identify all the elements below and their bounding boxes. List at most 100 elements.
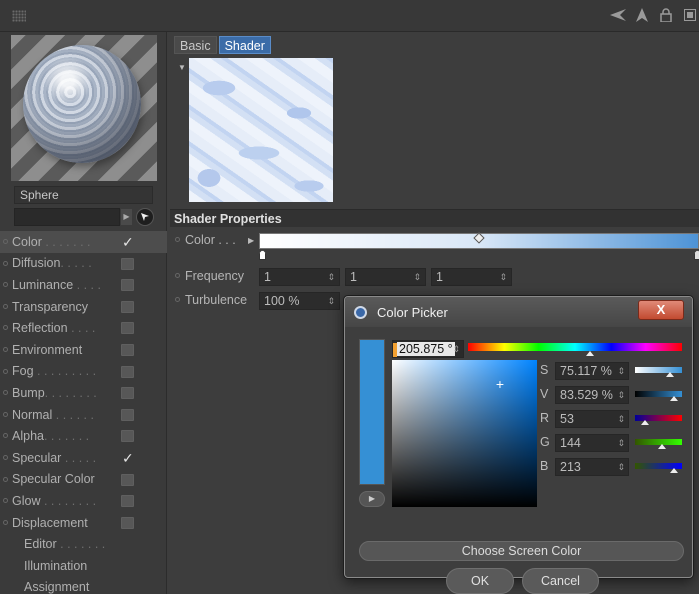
channel-bump[interactable]: Bump. . . . . . . . [0, 382, 167, 404]
slider-value-field[interactable]: 83.529 % ⇕ [555, 386, 629, 404]
collapse-arrow-icon[interactable]: ▼ [178, 63, 186, 72]
choose-screen-color-button[interactable]: Choose Screen Color [359, 541, 684, 561]
hue-slider-thumb[interactable] [586, 351, 595, 356]
slider-thumb[interactable] [666, 372, 675, 377]
saturation-value-area[interactable]: + [392, 360, 537, 507]
spinner-icon[interactable]: ⇕ [499, 269, 507, 285]
turbulence-keyframe-dot[interactable] [175, 297, 180, 302]
spinner-icon[interactable]: ⇕ [617, 363, 625, 379]
channel-checkbox[interactable] [121, 430, 134, 443]
channel-color[interactable]: Color . . . . . . . ✓ [0, 231, 167, 253]
channel-alpha[interactable]: Alpha. . . . . . . [0, 425, 167, 447]
close-button[interactable]: X [638, 300, 684, 320]
slider-value-field[interactable]: 75.117 % ⇕ [555, 362, 629, 380]
slider-value-field[interactable]: 213 ⇕ [555, 458, 629, 476]
channel-checkbox[interactable] [121, 322, 134, 335]
channel-keyframe-dot[interactable] [3, 325, 8, 331]
expand-options-button[interactable]: ▶ [359, 491, 385, 507]
channel-checkbox[interactable] [121, 279, 134, 292]
slider-value-field[interactable]: 53 ⇕ [555, 410, 629, 428]
slider-thumb[interactable] [670, 468, 679, 473]
slider-thumb[interactable] [640, 420, 649, 425]
object-link-field[interactable] [14, 208, 120, 226]
channel-keyframe-dot[interactable] [3, 411, 8, 417]
channel-keyframe-dot[interactable] [3, 390, 8, 396]
material-name[interactable]: Sphere [14, 186, 153, 204]
slider-thumb[interactable] [657, 444, 666, 449]
channel-checkbox[interactable] [121, 408, 134, 421]
channel-checkbox[interactable]: ✓ [121, 451, 134, 465]
channel-assignment[interactable]: Assignment [0, 577, 167, 594]
frequency-x-field[interactable]: 1 ⇕ [259, 268, 340, 286]
tab-shader[interactable]: Shader [218, 36, 271, 54]
pick-object-button[interactable] [136, 208, 154, 226]
cursor-icon[interactable] [633, 6, 651, 24]
channel-normal[interactable]: Normal . . . . . . [0, 404, 167, 426]
slider-track[interactable] [635, 367, 682, 373]
channel-keyframe-dot[interactable] [3, 476, 8, 482]
channel-keyframe-dot[interactable] [3, 303, 8, 309]
spinner-icon[interactable]: ⇕ [617, 411, 625, 427]
slider-value-field[interactable]: 144 ⇕ [555, 434, 629, 452]
tab-basic[interactable]: Basic [174, 36, 217, 54]
channel-checkbox[interactable] [121, 343, 134, 356]
channel-keyframe-dot[interactable] [3, 454, 8, 460]
channel-specular[interactable]: Specular . . . . . ✓ [0, 447, 167, 469]
frequency-y-field[interactable]: 1 ⇕ [345, 268, 426, 286]
grip-icon[interactable] [12, 10, 26, 22]
channel-keyframe-dot[interactable] [3, 498, 8, 504]
channel-checkbox[interactable] [121, 473, 134, 486]
gradient-stop-left[interactable] [259, 250, 266, 260]
channel-keyframe-dot[interactable] [3, 346, 8, 352]
link-menu-button[interactable]: ▶ [121, 209, 132, 225]
color-crosshair-icon[interactable]: + [496, 377, 504, 391]
spinner-icon[interactable]: ⇕ [617, 387, 625, 403]
hue-input[interactable]: 205.875 ° ⇕ [392, 340, 464, 358]
channel-transparency[interactable]: Transparency [0, 296, 167, 318]
channel-glow[interactable]: Glow . . . . . . . . [0, 490, 167, 512]
lock-icon[interactable] [657, 6, 675, 24]
channel-editor[interactable]: Editor . . . . . . . [0, 533, 167, 555]
channel-checkbox[interactable] [121, 300, 134, 313]
channel-checkbox[interactable] [121, 257, 134, 270]
gradient-expand-icon[interactable]: ▶ [248, 236, 254, 245]
channel-environment[interactable]: Environment [0, 339, 167, 361]
spinner-icon[interactable]: ⇕ [617, 459, 625, 475]
channel-checkbox[interactable] [121, 387, 134, 400]
spinner-icon[interactable]: ⇕ [413, 269, 421, 285]
channel-diffusion[interactable]: Diffusion. . . . . [0, 253, 167, 275]
dialog-titlebar[interactable]: Color Picker X [345, 297, 692, 327]
back-arrow-icon[interactable] [609, 6, 627, 24]
channel-keyframe-dot[interactable] [3, 239, 8, 244]
slider-thumb[interactable] [670, 396, 679, 401]
ok-button[interactable]: OK [446, 568, 514, 594]
spinner-icon[interactable]: ⇕ [327, 269, 335, 285]
channel-checkbox[interactable] [121, 516, 134, 529]
channel-specular-color[interactable]: Specular Color [0, 469, 167, 491]
cancel-button[interactable]: Cancel [522, 568, 599, 594]
channel-luminance[interactable]: Luminance . . . . [0, 274, 167, 296]
channel-checkbox[interactable] [121, 365, 134, 378]
color-keyframe-dot[interactable] [175, 237, 180, 242]
new-window-icon[interactable] [681, 6, 699, 24]
channel-keyframe-dot[interactable] [3, 433, 8, 439]
channel-illumination[interactable]: Illumination [0, 555, 167, 577]
spinner-icon[interactable]: ⇕ [617, 435, 625, 451]
channel-keyframe-dot[interactable] [3, 368, 8, 374]
frequency-keyframe-dot[interactable] [175, 273, 180, 278]
channel-keyframe-dot[interactable] [3, 519, 8, 525]
channel-checkbox[interactable] [121, 495, 134, 508]
gradient-stop-right[interactable] [694, 250, 699, 260]
channel-keyframe-dot[interactable] [3, 260, 8, 266]
material-preview[interactable] [11, 35, 157, 181]
hue-slider[interactable] [468, 343, 682, 351]
spinner-icon[interactable]: ⇕ [327, 293, 335, 309]
frequency-z-field[interactable]: 1 ⇕ [431, 268, 512, 286]
turbulence-field[interactable]: 100 % ⇕ [259, 292, 340, 310]
channel-displacement[interactable]: Displacement [0, 512, 167, 534]
channel-checkbox[interactable]: ✓ [121, 235, 134, 249]
channel-keyframe-dot[interactable] [3, 282, 8, 288]
channel-reflection[interactable]: Reflection . . . . [0, 317, 167, 339]
spinner-icon[interactable]: ⇕ [452, 341, 460, 357]
channel-fog[interactable]: Fog . . . . . . . . . [0, 361, 167, 383]
